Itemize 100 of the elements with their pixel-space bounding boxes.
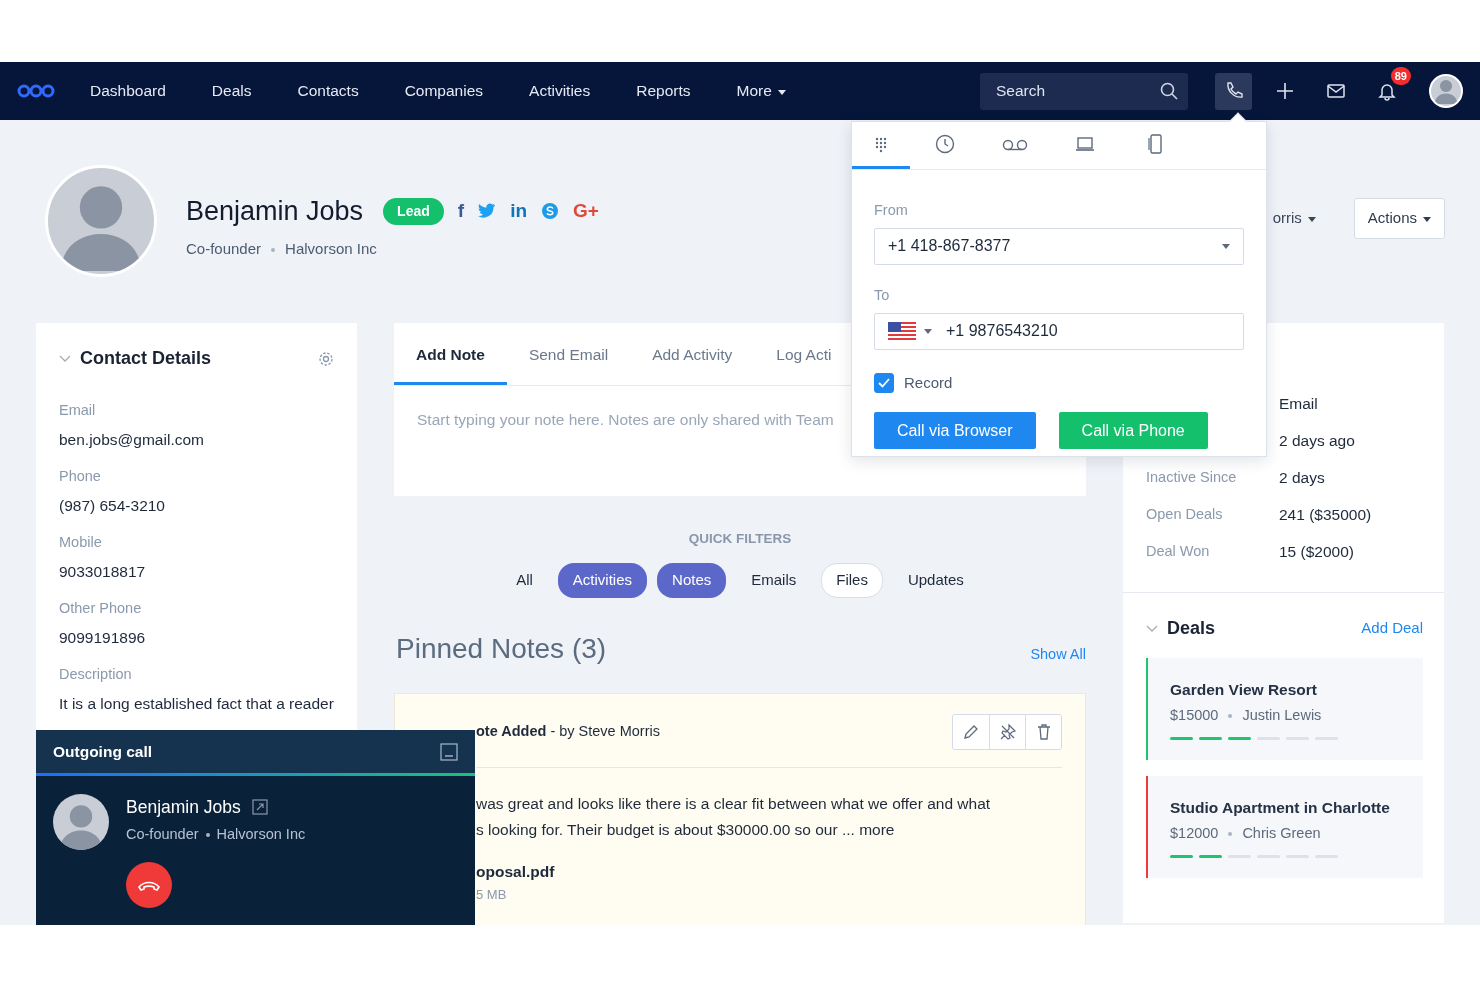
field-label: Mobile	[59, 533, 103, 552]
bell-icon	[1376, 81, 1397, 101]
to-number-field[interactable]: +1 9876543210	[874, 312, 1244, 350]
nav-link[interactable]: Contacts	[297, 79, 359, 103]
nav-link[interactable]: Dashboard	[90, 79, 166, 103]
owner-dropdown[interactable]: orris	[1272, 207, 1316, 239]
deal-owner: Chris Green	[1242, 825, 1321, 842]
deal-title: Studio Apartment in Charlotte	[1170, 798, 1391, 818]
field-value: 9099191896	[59, 627, 147, 648]
google-plus-link[interactable]: G+	[573, 197, 599, 226]
note-text-line: s looking for. Their budget is about $30000.00 so our ... more	[476, 819, 896, 840]
field-value: It is a long established fact that a reader	[59, 693, 334, 714]
summary-value: 241 ($35000)	[1279, 504, 1372, 525]
separator-dot	[1228, 832, 1233, 837]
field-value: (987) 654-3210	[59, 495, 166, 516]
mail-icon	[1325, 81, 1346, 101]
filter-chip[interactable]: Activities	[557, 563, 648, 598]
separator-dot	[271, 247, 276, 252]
nav-link[interactable]: Companies	[404, 79, 484, 103]
deal-amount: $12000	[1170, 825, 1219, 842]
field-label: To	[874, 285, 891, 305]
quick-filters-heading: QUICK FILTERS	[687, 530, 793, 548]
nav-link[interactable]: Reports	[636, 79, 691, 103]
field-label: Phone	[59, 467, 102, 486]
summary-value: 15 ($2000)	[1279, 541, 1354, 562]
contact-name: Benjamin Jobs	[186, 195, 364, 228]
search-input[interactable]: Search	[994, 78, 1160, 104]
field-label: Description	[59, 665, 133, 684]
facebook-link[interactable]: f	[457, 197, 465, 226]
deal-card[interactable]: Studio Apartment in Charlotte $12000 Chris Green	[1146, 776, 1423, 878]
summary-value: 2 days ago	[1279, 430, 1355, 451]
filter-chip[interactable]: Emails	[736, 563, 812, 598]
checkmark-icon	[878, 377, 890, 388]
filter-chip[interactable]: All	[501, 563, 548, 598]
filter-chip[interactable]: Files	[821, 563, 883, 598]
field-value: 9033018817	[59, 561, 147, 582]
summary-value: Email	[1279, 393, 1318, 414]
caret-icon	[1222, 243, 1230, 249]
twitter-icon[interactable]	[478, 203, 497, 220]
lead-tag: Lead	[383, 197, 444, 225]
deal-card[interactable]: Garden View Resort $15000 Justin Lewis	[1146, 658, 1423, 760]
laptop-icon	[1075, 136, 1095, 152]
settings-icon[interactable]	[318, 350, 334, 367]
clock-icon	[935, 134, 955, 154]
filter-chip[interactable]: Notes	[657, 563, 727, 598]
composer-tab[interactable]: Send Email	[506, 323, 631, 386]
from-number-select[interactable]: +1 418-867-8377	[874, 227, 1244, 265]
chevron-down-icon	[1146, 624, 1158, 633]
caller-role: Co-founder	[126, 826, 199, 843]
company-name: Halvorson Inc	[285, 239, 377, 257]
caller-avatar	[53, 794, 109, 850]
nav-link[interactable]: More	[736, 79, 786, 103]
voicemail-icon	[1002, 137, 1028, 151]
field-value: ben.jobs@gmail.com	[59, 429, 205, 450]
deal-owner: Justin Lewis	[1242, 707, 1322, 724]
field-label: Email	[59, 401, 97, 420]
external-link-icon[interactable]	[251, 799, 268, 816]
filter-chip[interactable]: Updates	[892, 563, 979, 598]
panel-title: Outgoing call	[53, 741, 153, 762]
caller-company: Halvorson Inc	[216, 826, 306, 843]
note-header: ote Added - by Steve Morris	[476, 721, 660, 741]
attachment-size: 5 MB	[476, 886, 508, 904]
summary-label: Deal Won	[1146, 541, 1211, 561]
deal-title: Garden View Resort	[1170, 680, 1318, 700]
separator-dot	[1228, 714, 1233, 719]
phone-number-input[interactable]: +1 9876543210	[944, 318, 1230, 344]
caret-icon	[924, 328, 932, 334]
hang-up-button[interactable]	[126, 862, 172, 908]
user-avatar[interactable]	[1429, 74, 1463, 108]
composer-tab[interactable]: Add Activity	[630, 323, 755, 386]
separator-dot	[205, 833, 210, 838]
summary-label: Inactive Since	[1146, 467, 1238, 487]
pinned-notes-title: Pinned Notes (3)	[396, 631, 607, 666]
phone-icon	[137, 879, 161, 891]
actions-button[interactable]: Actions	[1353, 198, 1445, 239]
skype-icon[interactable]	[541, 202, 559, 221]
minimize-icon[interactable]	[440, 742, 458, 761]
plus-icon	[1274, 81, 1295, 101]
notification-count: 89	[1390, 66, 1411, 85]
chevron-down-icon	[59, 354, 71, 363]
summary-label: Open Deals	[1146, 504, 1224, 524]
search-icon	[1160, 82, 1178, 100]
mobile-icon	[1146, 134, 1164, 154]
nav-link[interactable]: Deals	[211, 79, 252, 103]
note-text-line: was great and looks like there is a clear fit between what we offer and what	[476, 793, 992, 814]
add-deal-link[interactable]: Add Deal	[1361, 617, 1423, 640]
field-label: Other Phone	[59, 599, 143, 618]
linkedin-link[interactable]: in	[510, 197, 527, 226]
toolbar-button[interactable]	[1215, 72, 1252, 110]
caret-icon	[1423, 216, 1431, 222]
pin-icon	[998, 722, 1017, 741]
attachment-name: oposal.pdf	[476, 861, 556, 882]
composer-tab[interactable]: Log Acti	[754, 323, 832, 386]
caret-icon	[1307, 216, 1316, 222]
call-via-browser-button[interactable]: Call via Browser	[874, 412, 1036, 449]
search-field[interactable]: Search	[980, 72, 1188, 110]
record-checkbox[interactable]	[874, 372, 894, 393]
nav-link[interactable]: Activities	[529, 79, 591, 103]
deal-amount: $15000	[1170, 707, 1219, 724]
contact-role: Co-founder	[186, 239, 262, 257]
